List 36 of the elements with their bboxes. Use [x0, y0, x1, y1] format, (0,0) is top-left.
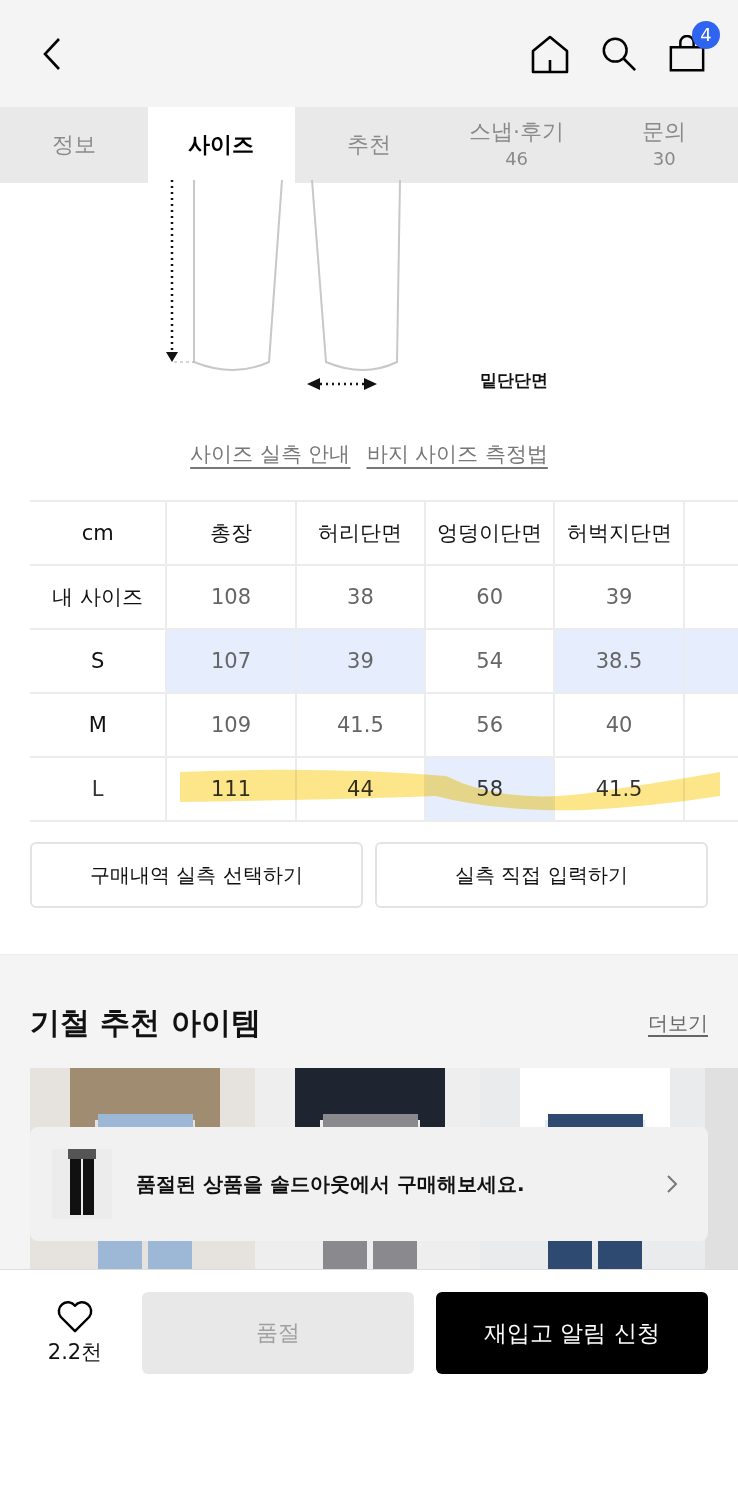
home-icon[interactable] — [530, 33, 570, 74]
tab[interactable]: 사이즈 — [147, 107, 296, 183]
column-header: cm — [30, 501, 167, 565]
size-label: M — [30, 693, 167, 757]
tab[interactable]: 스냅·후기 46 — [442, 107, 591, 183]
table-cell: 60 — [425, 565, 555, 629]
table-cell: 38.5 — [554, 629, 684, 693]
hem-width-label: 밑단단면 — [480, 369, 548, 392]
column-header: 허벅지단면 — [554, 501, 684, 565]
column-header: 총장 — [166, 501, 296, 565]
table-cell: 109 — [166, 693, 296, 757]
column-header: 허리단면 — [295, 501, 426, 565]
tab[interactable]: 추천 — [295, 107, 443, 183]
chevron-right-icon — [666, 1174, 678, 1194]
cart-count-badge: 4 — [692, 20, 720, 49]
measure-button[interactable]: 구매내역 실측 선택하기 — [30, 842, 363, 908]
tab[interactable]: 정보 — [0, 107, 148, 183]
measure-button[interactable]: 실측 직접 입력하기 — [375, 842, 708, 908]
table-cell: 40 — [554, 693, 684, 757]
heart-icon[interactable] — [56, 1300, 94, 1334]
like-count: 2.2천 — [47, 1339, 103, 1366]
table-cell: 107 — [166, 629, 296, 693]
guide-link[interactable]: 사이즈 실측 안내 — [190, 440, 351, 500]
column-header: 엉덩이단면 — [425, 501, 555, 565]
banner-text: 품절된 상품을 솔드아웃에서 구매해보세요. — [136, 1170, 526, 1198]
section-title: 기철 추천 아이템 — [30, 1004, 261, 1042]
more-link[interactable]: 더보기 — [648, 1010, 708, 1037]
table-cell: 39 — [295, 629, 426, 693]
guide-link[interactable]: 바지 사이즈 측정법 — [366, 440, 548, 500]
restock-alert-button[interactable]: 재입고 알림 신청 — [436, 1292, 708, 1374]
soldout-toast[interactable]: 품절된 상품을 솔드아웃에서 구매해보세요. — [30, 1127, 708, 1241]
tab[interactable]: 문의 30 — [590, 107, 738, 183]
table-cell: 41.5 — [295, 693, 426, 757]
size-label: L — [30, 757, 167, 821]
back-icon[interactable] — [42, 36, 62, 71]
size-label: 내 사이즈 — [30, 565, 167, 629]
